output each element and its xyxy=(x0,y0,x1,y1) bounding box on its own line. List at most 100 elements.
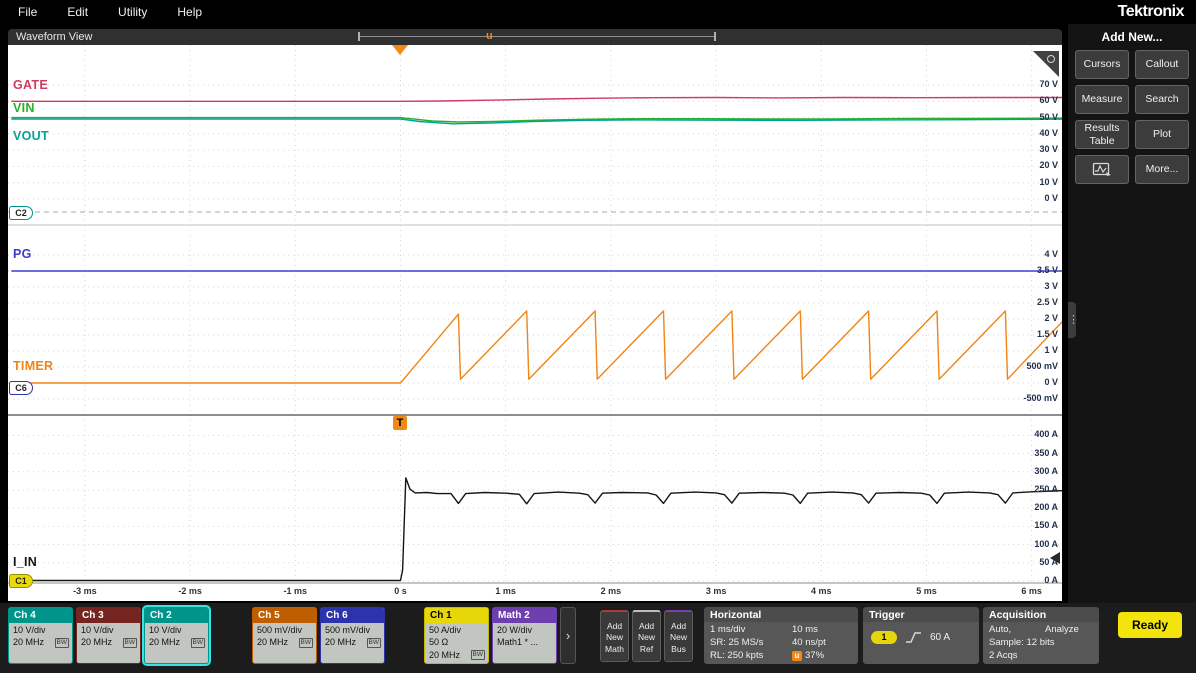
channel-badge-header: Ch 4 xyxy=(9,608,72,623)
channel-badge-ch-4[interactable]: Ch 410 V/div20 MHzBW xyxy=(8,607,73,664)
bandwidth-icon: BW xyxy=(191,638,205,648)
record-length: RL: 250 kpts xyxy=(710,650,792,661)
menu-edit[interactable]: Edit xyxy=(67,5,88,19)
i_in-label[interactable]: I_IN xyxy=(13,555,37,569)
channel-badge-ch-3[interactable]: Ch 310 V/div20 MHzBW xyxy=(76,607,141,664)
results-table-button[interactable]: Results Table xyxy=(1075,120,1129,149)
channel-badge-ch-1[interactable]: Ch 150 A/div50 Ω20 MHzBW xyxy=(424,607,489,664)
waveform-plot[interactable]: 70 V60 V50 V40 V30 V20 V10 V0 V4 V3.5 V3… xyxy=(8,45,1062,601)
trigger-position-icon[interactable] xyxy=(392,45,408,55)
pg-label[interactable]: PG xyxy=(13,247,32,261)
settings-bar: Ch 410 V/div20 MHzBWCh 310 V/div20 MHzBW… xyxy=(0,603,1196,673)
tektronix-logo: Tektronix xyxy=(1118,3,1184,21)
plot-button[interactable]: Plot xyxy=(1135,120,1189,149)
time-label: 6 ms xyxy=(1010,586,1054,596)
axis-label: 0 V xyxy=(1010,377,1058,387)
zoom-box-icon[interactable] xyxy=(1033,51,1059,77)
horizontal-title: Horizontal xyxy=(704,607,858,622)
cursors-button[interactable]: Cursors xyxy=(1075,50,1129,79)
channel-badge-ch-6[interactable]: Ch 6500 mV/div20 MHzBW xyxy=(320,607,385,664)
acquisition-sample: Sample: 12 bits xyxy=(989,637,1095,648)
horizontal-panel[interactable]: Horizontal 1 ms/div 10 ms SR: 25 MS/s 40… xyxy=(704,607,858,664)
axis-label: -500 mV xyxy=(1010,393,1058,403)
expand-badges-button[interactable]: › xyxy=(560,607,576,664)
callout-button[interactable]: Callout xyxy=(1135,50,1189,79)
axis-label: 3 V xyxy=(1010,281,1058,291)
gate-label[interactable]: GATE xyxy=(13,78,48,92)
add-new-math-button[interactable]: Add New Math xyxy=(600,610,629,662)
axis-label: 3.5 V xyxy=(1010,265,1058,275)
search-button[interactable]: Search xyxy=(1135,85,1189,114)
channel-badge-header: Ch 5 xyxy=(253,608,316,623)
record-bar-left-cap xyxy=(358,32,360,41)
results-panel-handle[interactable]: ⋮ xyxy=(1068,302,1076,338)
time-label: 3 ms xyxy=(694,586,738,596)
waveform-canvas[interactable] xyxy=(8,45,1062,601)
waveform-view-header: Waveform View u xyxy=(8,29,1062,45)
channel-badge-ch-2[interactable]: Ch 210 V/div20 MHzBW xyxy=(144,607,209,664)
c6-ground-marker[interactable]: C6 xyxy=(9,381,33,395)
trigger-source-pill: 1 xyxy=(871,631,897,644)
timer-trace[interactable] xyxy=(11,311,1062,383)
menu-utility[interactable]: Utility xyxy=(118,5,147,19)
c1-ground-marker[interactable]: C1 xyxy=(9,574,33,588)
bandwidth-icon: BW xyxy=(55,638,69,648)
channel-setting: 20 MHzBW xyxy=(81,636,137,648)
trigger-level-icon[interactable] xyxy=(1050,552,1060,564)
trigger-title: Trigger xyxy=(863,607,979,622)
channel-badge-header: Math 2 xyxy=(493,608,556,623)
channel-badge-header: Ch 1 xyxy=(425,608,488,623)
timer-label[interactable]: TIMER xyxy=(13,359,53,373)
channel-setting: 10 V/div xyxy=(81,624,137,636)
channel-setting: 20 MHzBW xyxy=(429,649,485,661)
time-label: 5 ms xyxy=(905,586,949,596)
c2-ground-marker[interactable]: C2 xyxy=(9,206,33,220)
acquisition-analyze: Analyze xyxy=(1045,624,1095,635)
channel-setting: 500 mV/div xyxy=(325,624,381,636)
channel-setting: 10 V/div xyxy=(13,624,69,636)
ready-status: Ready xyxy=(1118,612,1182,638)
channel-badge-body: 10 V/div20 MHzBW xyxy=(77,623,140,649)
acquisition-count: 2 Acqs xyxy=(989,650,1095,661)
trigger-panel[interactable]: Trigger 1 60 A xyxy=(863,607,979,664)
analysis-tool-button[interactable] xyxy=(1075,155,1129,184)
record-position: u37% xyxy=(792,650,854,661)
axis-label: 350 A xyxy=(1010,448,1058,458)
axis-label: 150 A xyxy=(1010,520,1058,530)
bandwidth-icon: BW xyxy=(367,638,381,648)
add-new-ref-button[interactable]: Add New Ref xyxy=(632,610,661,662)
axis-label: 0 V xyxy=(1010,193,1058,203)
axis-label: 4 V xyxy=(1010,249,1058,259)
vout-label[interactable]: VOUT xyxy=(13,129,49,143)
vin-label[interactable]: VIN xyxy=(13,101,35,115)
more-button[interactable]: More... xyxy=(1135,155,1189,184)
record-bar-line xyxy=(358,36,716,37)
record-position-bar[interactable]: u xyxy=(358,29,716,45)
trigger-source-badge[interactable]: T xyxy=(393,416,407,430)
add-new-bus-button[interactable]: Add New Bus xyxy=(664,610,693,662)
gate-trace[interactable] xyxy=(11,98,1062,102)
measure-button[interactable]: Measure xyxy=(1075,85,1129,114)
i_in-trace[interactable] xyxy=(11,478,1062,581)
channel-badge-math-2[interactable]: Math 220 W/divMath1 * ... xyxy=(492,607,557,664)
channel-setting: 20 W/div xyxy=(497,624,553,636)
horizontal-scale: 1 ms/div xyxy=(710,624,792,635)
menu-help[interactable]: Help xyxy=(177,5,202,19)
channel-badge-body: 500 mV/div20 MHzBW xyxy=(253,623,316,649)
channel-setting: 20 MHzBW xyxy=(325,636,381,648)
rising-edge-icon xyxy=(905,630,922,644)
channel-setting: Math1 * ... xyxy=(497,636,553,648)
channel-badge-ch-5[interactable]: Ch 5500 mV/div20 MHzBW xyxy=(252,607,317,664)
acquisition-panel[interactable]: Acquisition Auto, Analyze Sample: 12 bit… xyxy=(983,607,1099,664)
analysis-tool-icon xyxy=(1092,162,1112,178)
axis-label: 20 V xyxy=(1010,160,1058,170)
channel-badge-body: 20 W/divMath1 * ... xyxy=(493,623,556,649)
record-u-marker[interactable]: u xyxy=(486,30,493,42)
channel-setting: 20 MHzBW xyxy=(13,636,69,648)
channel-setting: 50 A/div xyxy=(429,624,485,636)
axis-label: 1 V xyxy=(1010,345,1058,355)
menu-file[interactable]: File xyxy=(18,5,37,19)
axis-label: 2 V xyxy=(1010,313,1058,323)
axis-label: 2.5 V xyxy=(1010,297,1058,307)
channel-setting: 20 MHzBW xyxy=(149,636,205,648)
